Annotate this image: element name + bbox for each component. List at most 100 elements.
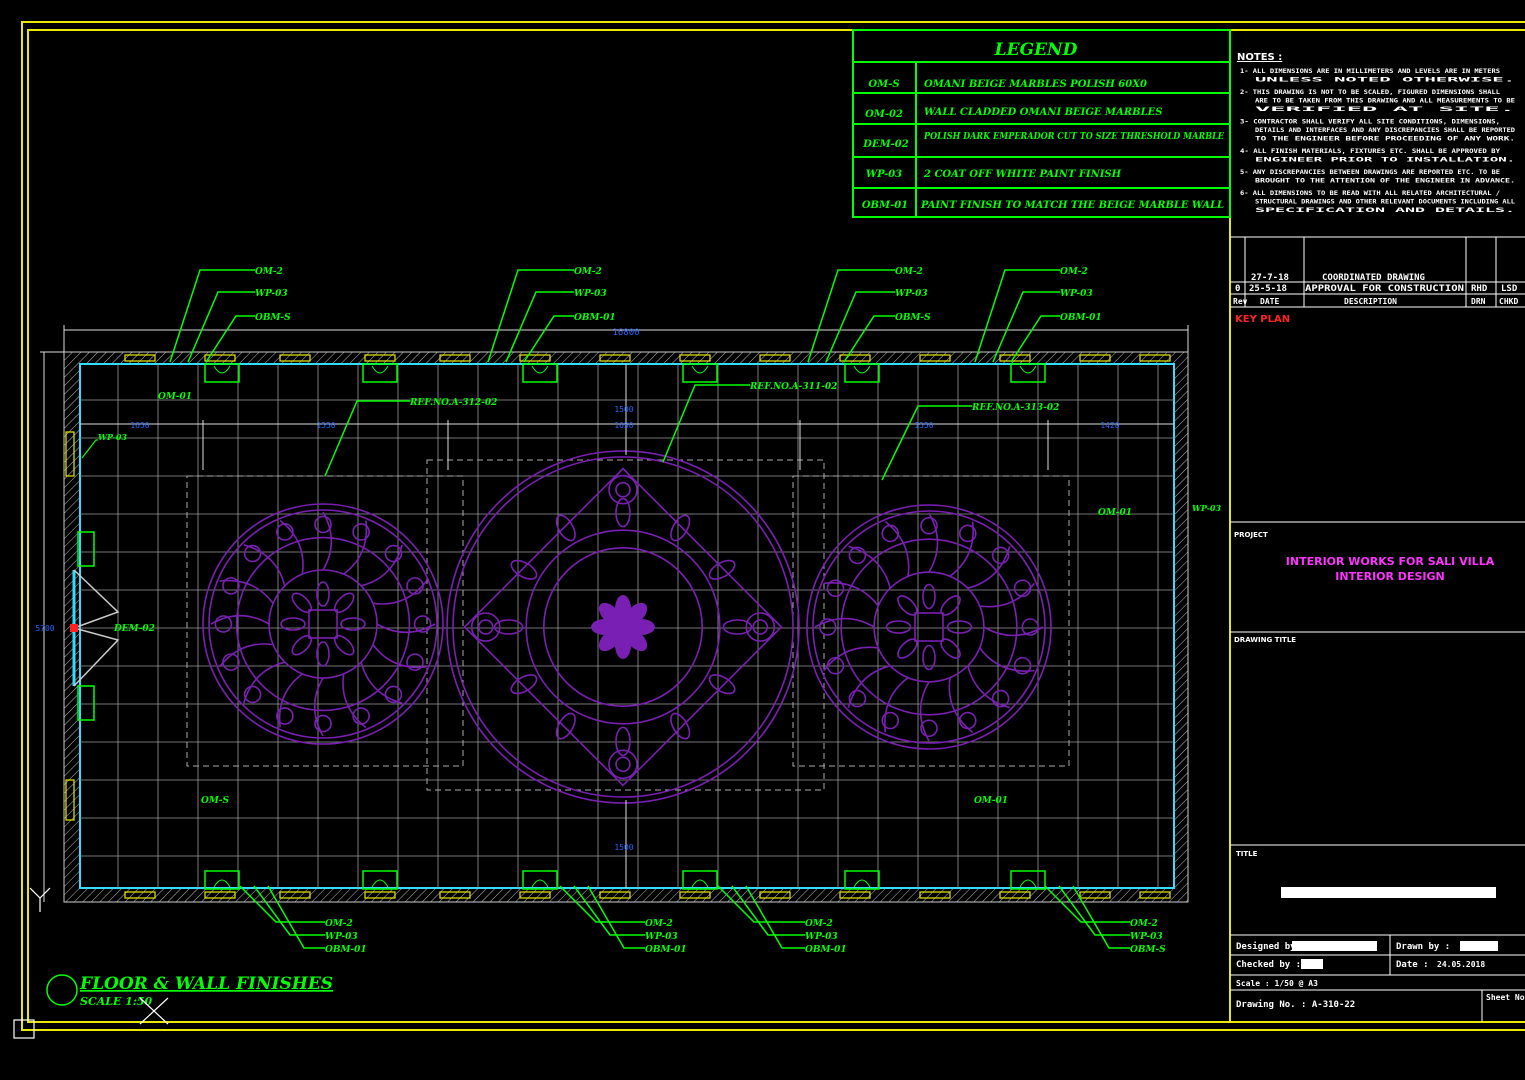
notes: NOTES : 1- ALL DIMENSIONS ARE IN MILLIME…	[1237, 52, 1515, 214]
callout-label: WP-03	[325, 932, 358, 942]
notes-title: NOTES :	[1237, 52, 1282, 63]
callout-label: OM-2	[574, 267, 602, 277]
ref-number: REF.NO.A-312-02	[409, 398, 497, 408]
rev-no: 0	[1235, 284, 1240, 294]
designed-by-value	[1292, 941, 1377, 951]
rev-drn: RHD	[1471, 284, 1488, 294]
floor-medallion	[202, 503, 444, 745]
room-label: OM-01	[158, 392, 192, 402]
note-line: 6- ALL DIMENSIONS TO BE READ WITH ALL RE…	[1240, 190, 1500, 197]
callout-label: OBM-S	[255, 313, 291, 323]
note-line: 1- ALL DIMENSIONS ARE IN MILLIMETERS AND…	[1240, 68, 1500, 75]
dimension-text: 1500	[614, 843, 633, 852]
legend-desc: OMANI BEIGE MARBLES POLISH 60X0	[924, 79, 1147, 90]
door-label: DEM-02	[113, 624, 155, 634]
callout-label: WP-03	[574, 289, 607, 299]
note-line: UNLESS NOTED OTHERWISE.	[1255, 77, 1515, 84]
overall-dimension-text: 16800	[612, 328, 639, 338]
legend-desc: WALL CLADDED OMANI BEIGE MARBLES	[924, 107, 1162, 118]
callout-label: WP-03	[255, 289, 288, 299]
callout-label: OM-2	[325, 919, 353, 929]
scale-label: Scale : 1/50 @ A3	[1236, 979, 1318, 988]
date-value: 24.05.2018	[1437, 960, 1485, 969]
dimension-text: 1420	[1100, 421, 1119, 430]
callout-label: WP-03	[1060, 289, 1093, 299]
callout-label: OBM-S	[895, 313, 931, 323]
date-label: Date :	[1396, 960, 1429, 970]
callout-label: WP-03	[805, 932, 838, 942]
callout-label: OBM-01	[805, 945, 847, 955]
wall-label-left: WP-03	[98, 432, 127, 442]
title-value-bar	[1281, 887, 1496, 898]
project-line2: INTERIOR DESIGN	[1335, 570, 1444, 583]
legend-code: OM-S	[868, 79, 899, 90]
dimension-text: 1500	[614, 405, 633, 414]
room-label: OM-01	[1098, 508, 1132, 518]
note-line: 5- ANY DISCREPANCIES BETWEEN DRAWINGS AR…	[1240, 169, 1500, 176]
drawing-title-label: DRAWING TITLE	[1234, 636, 1296, 644]
legend-code: OBM-01	[862, 200, 908, 211]
legend-desc: POLISH DARK EMPERADOR CUT TO SIZE THRESH…	[923, 131, 1224, 142]
note-line: STRUCTURAL DRAWINGS AND OTHER RELEVANT D…	[1255, 199, 1515, 206]
room-label: OM-01	[974, 796, 1008, 806]
key-plan-label: KEY PLAN	[1235, 314, 1290, 325]
callout-label: OBM-01	[325, 945, 367, 955]
legend-code: OM-02	[865, 109, 903, 120]
callout-label: OM-2	[895, 267, 923, 277]
note-line: 4- ALL FINISH MATERIALS, FIXTURES ETC. S…	[1240, 148, 1500, 155]
note-line: BROUGHT TO THE ATTENTION OF THE ENGINEER…	[1255, 178, 1515, 185]
rev-date: 27-7-18	[1251, 273, 1289, 283]
legend-desc: PAINT FINISH TO MATCH THE BEIGE MARBLE W…	[920, 200, 1224, 211]
callout-label: WP-03	[895, 289, 928, 299]
callout-label: WP-03	[645, 932, 678, 942]
floor-medallion	[446, 450, 800, 804]
note-line: SPECIFICATION AND DETAILS.	[1255, 207, 1515, 214]
callout-label: OBM-01	[645, 945, 687, 955]
note-line: DETAILS AND INTERFACES AND ANY DISCREPAN…	[1255, 127, 1515, 134]
rev-header-chk: CHKD	[1499, 297, 1518, 306]
title-bubble	[46, 974, 78, 1006]
rev-desc: APPROVAL FOR CONSTRUCTION	[1305, 284, 1464, 294]
legend: LEGEND OM-S OMANI BEIGE MARBLES POLISH 6…	[852, 29, 1231, 218]
note-line: ARE TO BE TAKEN FROM THIS DRAWING AND AL…	[1255, 98, 1515, 105]
plan-scale: SCALE 1:50	[80, 995, 153, 1008]
callout-label: OBM-01	[1060, 313, 1102, 323]
rev-header-date: DATE	[1260, 297, 1279, 306]
callout-label: OM-2	[255, 267, 283, 277]
callout-label: OBM-01	[574, 313, 616, 323]
ref-number: REF.NO.A-311-02	[749, 382, 837, 392]
rev-desc: COORDINATED DRAWING	[1322, 273, 1425, 283]
left-dimension-text: 5700	[35, 624, 54, 633]
dimension-text: 1650	[130, 421, 149, 430]
wall-label-right: WP-03	[1192, 503, 1221, 513]
callout-label: OBM-S	[1130, 945, 1166, 955]
callout-label: OM-2	[645, 919, 673, 929]
checked-by: Checked by :	[1236, 960, 1301, 970]
drawn-by: Drawn by :	[1396, 942, 1450, 952]
cad-drawing-sheet: LEGEND OM-S OMANI BEIGE MARBLES POLISH 6…	[13, 21, 1525, 1039]
floor-plan: 1650 155015001650 1550 14201500 16800 5700 …	[13, 267, 1221, 1039]
title-label: TITLE	[1236, 850, 1258, 858]
drawn-by-value	[1460, 941, 1498, 951]
legend-code: WP-03	[866, 169, 902, 180]
rev-date: 25-5-18	[1249, 284, 1287, 294]
note-line: 2- THIS DRAWING IS NOT TO BE SCALED, FIG…	[1240, 89, 1500, 96]
legend-desc: 2 COAT OFF WHITE PAINT FINISH	[923, 169, 1122, 180]
callout-label: OM-2	[805, 919, 833, 929]
floor-medallion	[806, 504, 1052, 750]
legend-title: LEGEND	[994, 40, 1078, 60]
callout-label: WP-03	[1130, 932, 1163, 942]
dimension-text: 1550	[316, 421, 335, 430]
rev-header-drn: DRN	[1471, 297, 1486, 306]
project-line1: INTERIOR WORKS FOR SALI VILLA	[1286, 555, 1495, 568]
checked-by-value	[1301, 959, 1323, 969]
rev-chk: LSD	[1501, 284, 1518, 294]
legend-code: DEM-02	[862, 139, 908, 150]
sheet-number-label: Sheet No.	[1486, 993, 1525, 1002]
cursor-cross	[139, 997, 169, 1025]
note-line: TO THE ENGINEER BEFORE PROCEEDING OF ANY…	[1255, 136, 1515, 143]
ref-number: REF.NO.A-313-02	[971, 403, 1059, 413]
rev-header-desc: DESCRIPTION	[1344, 297, 1397, 306]
dimension-text: 1550	[914, 421, 933, 430]
callout-label: OM-2	[1060, 267, 1088, 277]
